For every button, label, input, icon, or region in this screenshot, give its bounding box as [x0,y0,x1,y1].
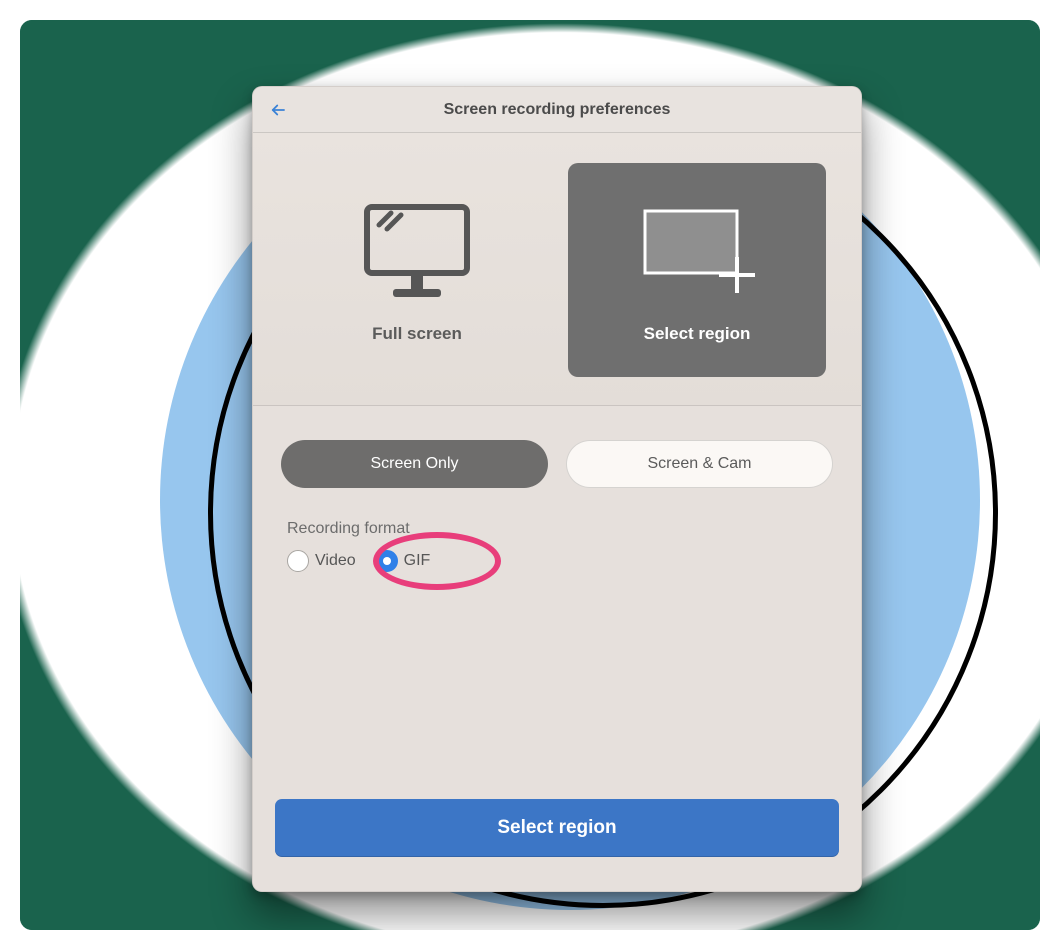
toggle-label: Screen & Cam [647,455,751,473]
mode-card-full-screen[interactable]: Full screen [288,163,546,377]
recording-format-section: Recording format Video GIF [253,510,861,592]
toggle-screen-only[interactable]: Screen Only [281,440,548,488]
arrow-left-icon [269,101,287,119]
monitor-icon [357,196,477,306]
source-toggle-row: Screen Only Screen & Cam [253,406,861,510]
format-option-video[interactable]: Video [287,550,370,572]
recording-format-label: Recording format [287,520,827,538]
capture-mode-row: Full screen Select region [253,133,861,405]
back-button[interactable] [267,99,289,121]
radio-icon [376,550,398,572]
mode-card-label: Full screen [372,324,462,344]
titlebar: Screen recording preferences [253,87,861,133]
radio-label: GIF [404,552,431,570]
select-region-button[interactable]: Select region [275,799,839,857]
format-option-gif[interactable]: GIF [376,550,445,572]
recording-format-options: Video GIF [287,550,827,572]
footer: Select region [253,775,861,891]
toggle-label: Screen Only [370,455,458,473]
window-title: Screen recording preferences [444,101,671,119]
preferences-window: Screen recording preferences Full screen [252,86,862,892]
primary-button-label: Select region [497,817,616,838]
mode-card-select-region[interactable]: Select region [568,163,826,377]
toggle-screen-and-cam[interactable]: Screen & Cam [566,440,833,488]
radio-label: Video [315,552,356,570]
region-select-icon [627,196,767,306]
mode-card-label: Select region [644,324,751,344]
illustration-stage: Screen recording preferences Full screen [20,20,1040,930]
radio-icon [287,550,309,572]
